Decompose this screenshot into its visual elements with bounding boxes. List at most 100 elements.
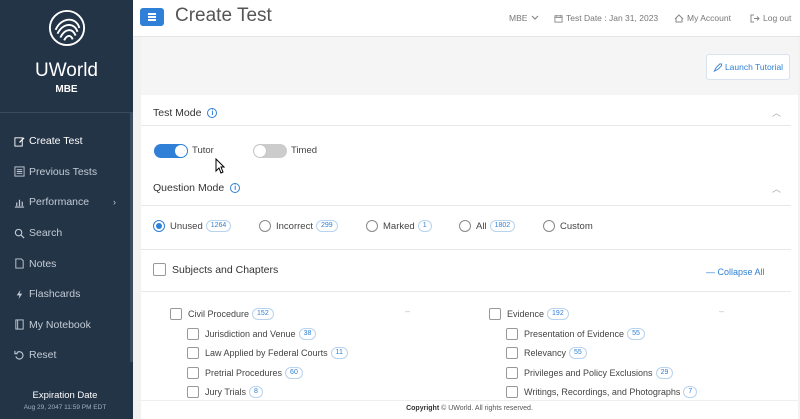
reset-icon (13, 349, 25, 361)
chapter-checkbox[interactable] (187, 347, 199, 359)
subjects-title: Subjects and Chapters (172, 263, 279, 276)
count-badge: 192 (547, 308, 569, 320)
exam-select-value: MBE (509, 13, 528, 23)
sidebar-item-reset[interactable]: Reset (0, 340, 130, 371)
count-badge: 60 (285, 367, 303, 379)
chapter-label: Privileges and Policy Exclusions (524, 368, 653, 378)
sidebar-item-create-test[interactable]: Create Test (0, 126, 130, 157)
radio-button[interactable] (366, 220, 378, 232)
subject-label: Civil Procedure (188, 309, 250, 319)
chapter-label: Law Applied by Federal Courts (205, 348, 328, 358)
logout-link[interactable]: Log out (750, 13, 791, 23)
count-badge: 299 (315, 220, 338, 232)
radio-button[interactable] (543, 220, 555, 232)
chapter-checkbox[interactable] (506, 347, 518, 359)
tutor-label: Tutor (192, 145, 214, 156)
rocket-icon (713, 62, 722, 72)
collapse-caret-icon[interactable]: ︿ (772, 182, 781, 195)
launch-tutorial-label: Launch Tutorial (724, 62, 784, 72)
radio-label: Unused (170, 220, 203, 232)
launch-tutorial-button[interactable]: Launch Tutorial (706, 54, 790, 80)
timed-toggle[interactable] (253, 144, 287, 158)
count-badge: 1264 (205, 220, 232, 232)
collapse-all-label: Collapse All (717, 267, 765, 277)
sidebar-item-search[interactable]: Search (0, 218, 130, 249)
subject-evidence[interactable]: Evidence 192 (489, 308, 569, 320)
sidebar-item-my-notebook[interactable]: My Notebook (0, 310, 130, 341)
radio-button[interactable] (459, 220, 471, 232)
info-icon[interactable]: i (207, 108, 218, 118)
test-mode-header[interactable]: Test Mode i (153, 107, 218, 119)
calendar-icon (554, 14, 563, 23)
sidebar-item-label: Reset (29, 349, 57, 362)
chapter-row[interactable]: Presentation of Evidence 55 (506, 328, 645, 340)
section-divider (141, 205, 791, 206)
radio-button[interactable] (259, 220, 271, 232)
chapter-row[interactable]: Law Applied by Federal Courts 11 (187, 347, 348, 359)
chapter-label: Relevancy (524, 348, 567, 358)
chapter-checkbox[interactable] (506, 386, 518, 398)
home-icon (674, 13, 684, 22)
count-badge: 29 (655, 367, 674, 379)
info-icon[interactable]: i (230, 183, 241, 193)
chapter-checkbox[interactable] (187, 367, 199, 379)
hamburger-icon (148, 16, 156, 18)
test-mode-title: Test Mode (153, 107, 202, 119)
chapter-row[interactable]: Writings, Recordings, and Photographs 7 (506, 386, 698, 398)
question-mode-header[interactable]: Question Mode i (153, 182, 241, 194)
subject-civil-procedure[interactable]: Civil Procedure 152 (170, 308, 274, 320)
radio-label: All (476, 220, 487, 232)
my-account-label: My Account (687, 13, 731, 23)
chapter-row[interactable]: Pretrial Procedures 60 (187, 367, 303, 379)
sidebar: UWorld MBE Create Test Previous Tests Pe… (0, 0, 133, 419)
sidebar-item-label: Previous Tests (29, 165, 98, 178)
menu-toggle-button[interactable] (140, 8, 164, 26)
sidebar-item-label: Flashcards (29, 288, 81, 301)
test-date-text: Test Date : Jan 31, 2023 (566, 13, 659, 23)
chapter-row[interactable]: Jurisdiction and Venue 38 (187, 328, 317, 340)
expiration-label: Expiration Date (32, 390, 98, 401)
chapter-checkbox[interactable] (187, 386, 199, 398)
chapter-checkbox[interactable] (506, 367, 518, 379)
count-badge: 38 (298, 328, 317, 340)
my-account-link[interactable]: My Account (674, 13, 731, 23)
subject-collapse-icon[interactable]: – (719, 306, 724, 316)
edit-icon (13, 135, 25, 147)
radio-custom[interactable]: Custom (543, 220, 593, 232)
chapter-label: Pretrial Procedures (205, 368, 283, 378)
chapter-row[interactable]: Jury Trials 8 (187, 386, 263, 398)
radio-button[interactable] (153, 220, 165, 232)
subject-collapse-icon[interactable]: – (405, 306, 410, 316)
count-badge: 55 (627, 328, 645, 340)
chapter-label: Presentation of Evidence (524, 329, 625, 339)
collapse-all-link[interactable]: — Collapse All (706, 267, 765, 277)
radio-incorrect[interactable]: Incorrect 299 (259, 220, 338, 232)
sidebar-item-previous-tests[interactable]: Previous Tests (0, 157, 130, 188)
collapse-caret-icon[interactable]: ︿ (772, 106, 781, 119)
tutor-toggle[interactable] (154, 144, 188, 158)
chapter-label: Writings, Recordings, and Photographs (524, 387, 681, 397)
list-icon (13, 166, 25, 178)
count-badge: 8 (249, 386, 263, 398)
chevron-right-icon: › (113, 197, 116, 208)
uworld-logo-icon (48, 9, 86, 47)
chapter-checkbox[interactable] (506, 328, 518, 340)
subject-checkbox[interactable] (489, 308, 501, 320)
sidebar-item-performance[interactable]: Performance › (0, 187, 130, 218)
radio-unused[interactable]: Unused 1264 (153, 220, 232, 232)
radio-marked[interactable]: Marked 1 (366, 220, 432, 232)
sidebar-item-notes[interactable]: Notes (0, 248, 130, 279)
bar-chart-icon (13, 196, 25, 208)
count-badge: 1 (417, 220, 432, 232)
sidebar-scrollbar[interactable] (130, 112, 133, 362)
subjects-header[interactable]: Subjects and Chapters (153, 263, 278, 276)
subject-checkbox[interactable] (170, 308, 182, 320)
chapter-label: Jurisdiction and Venue (205, 329, 296, 339)
chapter-row[interactable]: Relevancy 55 (506, 347, 587, 359)
select-all-checkbox[interactable] (153, 263, 166, 276)
exam-select[interactable]: MBE (509, 13, 542, 23)
chapter-checkbox[interactable] (187, 328, 199, 340)
sidebar-item-flashcards[interactable]: Flashcards (0, 279, 130, 310)
chapter-row[interactable]: Privileges and Policy Exclusions 29 (506, 367, 674, 379)
radio-all[interactable]: All 1802 (459, 220, 516, 232)
